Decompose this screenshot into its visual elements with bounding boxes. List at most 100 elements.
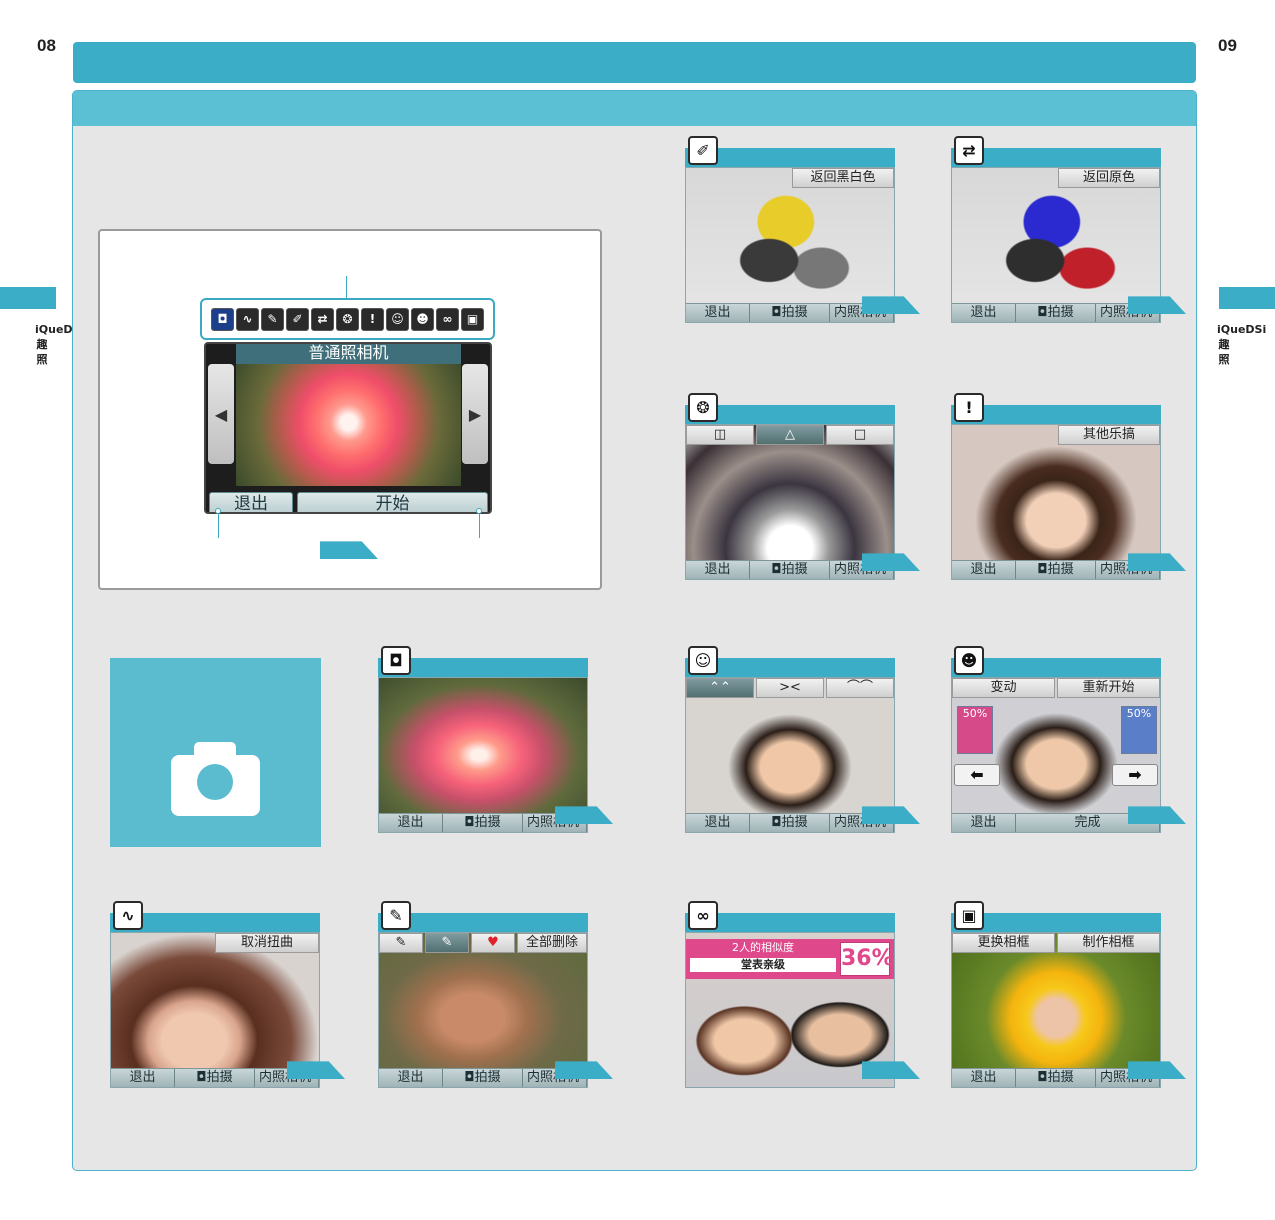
undo-distort-button[interactable]: 取消扭曲 [215, 933, 319, 953]
card-monochrome: ✐ 返回黑白色 退出 ◘拍摄 内照相机 [685, 136, 920, 326]
revert-bw-button[interactable]: 返回黑白色 [792, 168, 894, 188]
card-graffiti: ✎ ✎ ✎ ♥ 全部删除 退出 ◘拍摄 内照相机 [378, 901, 613, 1091]
page-number-right: 09 [1218, 36, 1237, 55]
card-expression: ☺ ⌃⌃ >< ⌒⌒ 退出 ◘拍摄 内照相机 [685, 646, 920, 836]
camera-icon: ◘ [381, 646, 411, 675]
twin-face-icon[interactable]: ∞ [436, 307, 459, 331]
exit-button[interactable]: 退出 [686, 814, 750, 832]
callout-line-exit [218, 514, 219, 538]
shoot-button[interactable]: ◘拍摄 [175, 1069, 255, 1087]
face-icon: ☺ [688, 646, 718, 675]
shoot-button[interactable]: ◘拍摄 [1016, 561, 1096, 579]
pen-icon[interactable]: ✎ [261, 307, 284, 331]
left-blend-percent: 50% [957, 706, 993, 754]
heart-stamp-button[interactable]: ♥ [471, 933, 515, 953]
card-normal-camera: ◘ 退出 ◘拍摄 内照相机 [378, 646, 613, 836]
happy-face-button[interactable]: ⌃⌃ [686, 678, 754, 698]
exit-button[interactable]: 退出 [209, 492, 293, 512]
right-arrow-button[interactable]: ▶ [462, 364, 488, 464]
shoot-button[interactable]: ◘拍摄 [750, 814, 830, 832]
color-dropper-icon: ✐ [688, 136, 718, 165]
color-swap-icon[interactable]: ⇄ [311, 307, 334, 331]
shoot-button[interactable]: ◘拍摄 [750, 561, 830, 579]
callout-line-start [479, 514, 480, 538]
camera-icon[interactable]: ◘ [211, 307, 234, 331]
side-tab-right [1219, 287, 1275, 309]
make-frame-button[interactable]: 制作相框 [1057, 933, 1160, 953]
card-frame: ▣ 更换相框 制作相框 退出 ◘拍摄 内照相机 [951, 901, 1186, 1091]
mirror-3-button[interactable]: △ [756, 425, 824, 445]
morph-face-icon: ☻ [954, 646, 984, 675]
clear-all-button[interactable]: 全部删除 [517, 933, 587, 953]
angry-face-button[interactable]: >< [756, 678, 824, 698]
exit-button[interactable]: 退出 [952, 1069, 1016, 1087]
similarity-caption: 2人的相似度 [732, 941, 794, 954]
chapter-header-bar [73, 42, 1196, 83]
exit-button[interactable]: 退出 [686, 304, 750, 322]
change-button[interactable]: 变动 [952, 678, 1055, 698]
shoot-button[interactable]: ◘拍摄 [1016, 304, 1096, 322]
twin-face-icon: ∞ [688, 901, 718, 930]
color-swap-icon: ⇄ [954, 136, 984, 165]
shoot-button[interactable]: ◘拍摄 [443, 1069, 523, 1087]
kaleidoscope-icon[interactable]: ❂ [336, 307, 359, 331]
exit-button[interactable]: 退出 [111, 1069, 175, 1087]
exit-button[interactable]: 退出 [379, 1069, 443, 1087]
exclamation-face-icon[interactable]: ! [361, 307, 384, 331]
frame-icon[interactable]: ▣ [461, 307, 484, 331]
distort-icon[interactable]: ∿ [236, 307, 259, 331]
exclamation-face-icon: ! [954, 393, 984, 422]
other-prank-button[interactable]: 其他乐搞 [1058, 425, 1160, 445]
next-arrow [320, 541, 378, 559]
mirror-2-button[interactable]: ◫ [686, 425, 754, 445]
morph-face-icon[interactable]: ☻ [411, 307, 434, 331]
card-distort: ∿ 取消扭曲 退出 ◘拍摄 内照相机 [110, 901, 345, 1091]
side-tab-left [0, 287, 56, 309]
side-label-left: iQueDSi趣照 [35, 323, 85, 366]
right-key-button[interactable]: ➡ [1112, 764, 1158, 786]
rose-photo [236, 364, 461, 486]
exit-button[interactable]: 退出 [952, 304, 1016, 322]
brush-tool-button[interactable]: ✎ [425, 933, 469, 953]
similarity-percent: 36% [840, 942, 894, 976]
tool-toolbar: ◘ ∿ ✎ ✐ ⇄ ❂ ! ☺ ☻ ∞ ▣ [200, 298, 495, 340]
similarity-rank: 堂表亲级 [690, 958, 836, 972]
frame-icon: ▣ [954, 901, 984, 930]
side-label-right: iQueDSi趣照 [1217, 323, 1267, 366]
pencil-tool-button[interactable]: ✎ [379, 933, 423, 953]
content-panel: ◘ ∿ ✎ ✐ ⇄ ❂ ! ☺ ☻ ∞ ▣ 普通照相机 ◀ ▶ 退出 开始 ◘ … [72, 90, 1197, 1171]
card-morph: ☻ 变动 重新开始 50% 50% ⬅ ➡ 退出 完成 [951, 646, 1186, 836]
camera-mode-title: 普通照相机 [236, 344, 461, 364]
card-kaleidoscope: ❂ ◫ △ □ 退出 ◘拍摄 内照相机 [685, 393, 920, 583]
pen-icon: ✎ [381, 901, 411, 930]
left-key-button[interactable]: ⬅ [954, 764, 1000, 786]
mirror-4-button[interactable]: □ [826, 425, 894, 445]
face-icon[interactable]: ☺ [386, 307, 409, 331]
page-number-left: 08 [37, 36, 56, 55]
sad-face-button[interactable]: ⌒⌒ [826, 678, 894, 698]
exit-button[interactable]: 退出 [952, 814, 1016, 832]
exit-button[interactable]: 退出 [952, 561, 1016, 579]
kaleidoscope-icon: ❂ [688, 393, 718, 422]
exit-button[interactable]: 退出 [686, 561, 750, 579]
restart-button[interactable]: 重新开始 [1057, 678, 1160, 698]
shoot-button[interactable]: ◘拍摄 [443, 814, 523, 832]
start-button[interactable]: 开始 [297, 492, 488, 512]
shoot-button[interactable]: ◘拍摄 [750, 304, 830, 322]
revert-original-button[interactable]: 返回原色 [1058, 168, 1160, 188]
exit-button[interactable]: 退出 [379, 814, 443, 832]
left-arrow-button[interactable]: ◀ [208, 364, 234, 464]
color-dropper-icon[interactable]: ✐ [286, 307, 309, 331]
camera-intro-box: ◘ ∿ ✎ ✐ ⇄ ❂ ! ☺ ☻ ∞ ▣ 普通照相机 ◀ ▶ 退出 开始 [98, 229, 602, 590]
change-frame-button[interactable]: 更换相框 [952, 933, 1055, 953]
section-header-bar [73, 91, 1196, 126]
card-similarity: ∞ 2人的相似度 堂表亲级 36% [685, 901, 920, 1091]
shoot-button[interactable]: ◘拍摄 [1016, 1069, 1096, 1087]
camera-feature-tile [110, 658, 321, 847]
distort-icon: ∿ [113, 901, 143, 930]
card-color-swap: ⇄ 返回原色 退出 ◘拍摄 内照相机 [951, 136, 1186, 326]
camera-screen: 普通照相机 ◀ ▶ 退出 开始 [204, 342, 492, 514]
callout-line-toolbar [346, 276, 347, 298]
card-prank: ! 其他乐搞 退出 ◘拍摄 内照相机 [951, 393, 1186, 583]
right-blend-percent: 50% [1121, 706, 1157, 754]
